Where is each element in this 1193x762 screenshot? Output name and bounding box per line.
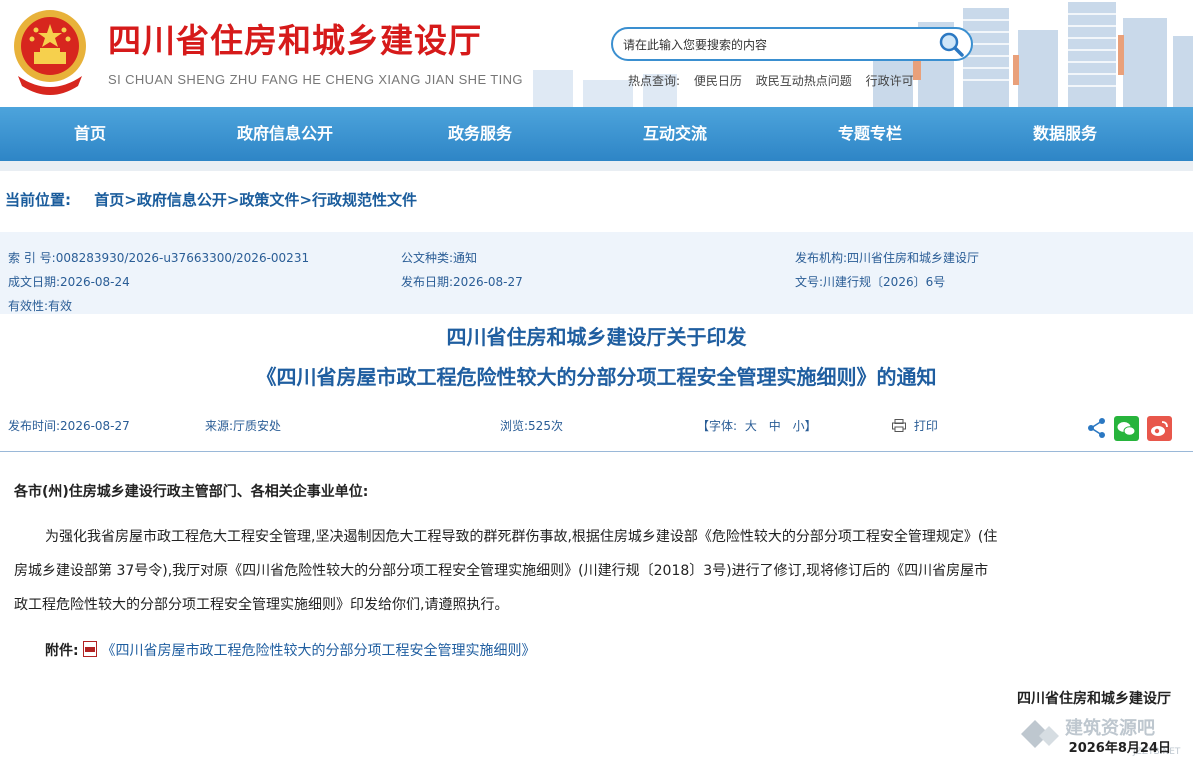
body-paragraph-line: 房城乡建设部第 37号令),我厅对原《四川省危险性较大的分部分项工程安全管理实施… <box>14 563 989 579</box>
breadcrumb-separator: > <box>299 191 313 209</box>
hot-link-faq[interactable]: 政民互动热点问题 <box>756 74 852 88</box>
nav-item-gov-services[interactable]: 政务服务 <box>395 107 565 161</box>
font-size-small-button[interactable]: 小 <box>793 419 805 433</box>
wechat-share-icon[interactable] <box>1114 416 1139 445</box>
nav-item-home[interactable]: 首页 <box>5 107 175 161</box>
nav-item-gov-info[interactable]: 政府信息公开 <box>200 107 370 161</box>
meta-created-date: 成文日期:2026-08-24 <box>8 273 130 290</box>
salutation: 各市(州)住房城乡建设行政主管部门、各相关企事业单位: <box>14 484 369 500</box>
meta-document-number: 文号:川建行规〔2026〕6号 <box>795 273 945 290</box>
meta-validity: 有效性:有效 <box>8 297 72 314</box>
meta-index-value: 008283930/2026-u37663300/2026-00231 <box>55 251 310 265</box>
signature-organization: 四川省住房和城乡建设厅 <box>1017 691 1171 707</box>
print-label: 打印 <box>913 419 938 433</box>
hot-queries-label: 热点查询: <box>628 74 681 88</box>
font-size-bracket-close: 】 <box>804 419 817 433</box>
source-value: 厅质安处 <box>233 419 282 433</box>
site-title-pinyin: SI CHUAN SHENG ZHU FANG HE CHENG XIANG J… <box>108 72 523 87</box>
hot-link-license[interactable]: 行政许可 <box>866 74 914 88</box>
breadcrumb: 当前位置: 首页>政府信息公开>政策文件>行政规范性文件 <box>5 189 417 210</box>
site-title: 四川省住房和城乡建设厅 <box>108 21 482 60</box>
print-button[interactable]: 打印 <box>892 417 938 434</box>
printer-icon <box>892 419 906 432</box>
breadcrumb-gov-info[interactable]: 政府信息公开 <box>137 191 227 209</box>
views-label: 浏览: <box>500 419 529 433</box>
search-bar <box>611 27 973 61</box>
breadcrumb-normative-files[interactable]: 行政规范性文件 <box>312 191 417 209</box>
meta-index-number: 索 引 号:008283930/2026-u37663300/2026-0023… <box>8 249 309 266</box>
content-divider <box>0 451 1193 452</box>
document-metadata-panel <box>0 232 1193 314</box>
breadcrumb-separator: > <box>226 191 240 209</box>
body-paragraph-line: 政工程危险性较大的分部分项工程安全管理实施细则》印发给你们,请遵照执行。 <box>14 597 509 613</box>
weibo-share-icon[interactable] <box>1147 416 1172 445</box>
search-input[interactable] <box>621 34 925 56</box>
view-count: 浏览:525次 <box>500 417 563 434</box>
signature-date: 2026年8月24日 <box>1068 741 1171 756</box>
font-size-medium-button[interactable]: 中 <box>769 419 781 433</box>
body-paragraph-line: 为强化我省房屋市政工程危大工程安全管理,坚决遏制因危大工程导致的群死群伤事故,根… <box>45 529 998 545</box>
font-size-controls: 【字体: 大 中 小】 <box>697 417 817 434</box>
publish-time: 发布时间:2026-08-27 <box>8 417 130 434</box>
document-title-line1: 四川省住房和城乡建设厅关于印发 <box>446 325 747 349</box>
meta-validity-label: 有效性: <box>8 299 49 313</box>
breadcrumb-label: 当前位置: <box>5 191 71 209</box>
meta-published-date: 发布日期:2026-08-27 <box>401 273 523 290</box>
watermark-text: 建筑资源吧 <box>1065 717 1155 739</box>
document-title-line2: 《四川省房屋市政工程危险性较大的分部分项工程安全管理实施细则》的通知 <box>256 365 937 389</box>
nav-item-interaction[interactable]: 互动交流 <box>590 107 760 161</box>
publish-time-label: 发布时间: <box>8 419 61 433</box>
hot-link-calendar[interactable]: 便民日历 <box>694 74 742 88</box>
nav-item-data-services[interactable]: 数据服务 <box>980 107 1150 161</box>
meta-category-label: 公文种类: <box>401 251 454 265</box>
nav-shadow-bar <box>0 161 1193 171</box>
font-size-large-button[interactable]: 大 <box>745 419 757 433</box>
share-icon[interactable] <box>1087 417 1107 443</box>
national-emblem-logo <box>14 10 86 95</box>
meta-category: 公文种类:通知 <box>401 249 477 266</box>
article-source: 来源:厅质安处 <box>205 417 281 434</box>
attachment-row: 附件: 《四川省房屋市政工程危险性较大的分部分项工程安全管理实施细则》 <box>45 640 536 660</box>
pdf-file-icon <box>83 641 98 657</box>
meta-validity-value: 有效 <box>48 299 73 313</box>
meta-issuer-value: 四川省住房和城乡建设厅 <box>847 251 980 265</box>
nav-item-special-topics[interactable]: 专题专栏 <box>785 107 955 161</box>
meta-index-label: 索 引 号: <box>8 251 56 265</box>
meta-docno-label: 文号: <box>795 275 824 289</box>
meta-issuer-label: 发布机构: <box>795 251 848 265</box>
source-label: 来源: <box>205 419 234 433</box>
breadcrumb-policy-files[interactable]: 政策文件 <box>239 191 299 209</box>
breadcrumb-separator: > <box>124 191 137 209</box>
font-size-label: 【字体: <box>697 419 738 433</box>
meta-category-value: 通知 <box>453 251 478 265</box>
search-icon[interactable] <box>937 31 965 57</box>
breadcrumb-home[interactable]: 首页 <box>94 191 124 209</box>
attachment-label: 附件: <box>45 643 79 659</box>
site-header: 四川省住房和城乡建设厅 SI CHUAN SHENG ZHU FANG HE C… <box>0 0 1193 107</box>
publish-time-value: 2026-08-27 <box>60 419 130 433</box>
meta-published-value: 2026-08-27 <box>453 275 523 289</box>
meta-issuer: 发布机构:四川省住房和城乡建设厅 <box>795 249 979 266</box>
attachment-link[interactable]: 《四川省房屋市政工程危险性较大的分部分项工程安全管理实施细则》 <box>102 643 536 659</box>
meta-docno-value: 川建行规〔2026〕6号 <box>823 275 946 289</box>
views-value: 525次 <box>528 419 563 433</box>
meta-created-label: 成文日期: <box>8 275 61 289</box>
meta-created-value: 2026-08-24 <box>60 275 130 289</box>
meta-published-label: 发布日期: <box>401 275 454 289</box>
main-nav: 首页 政府信息公开 政务服务 互动交流 专题专栏 数据服务 <box>0 107 1193 161</box>
hot-queries: 热点查询: 便民日历 政民互动热点问题 行政许可 <box>628 72 924 89</box>
